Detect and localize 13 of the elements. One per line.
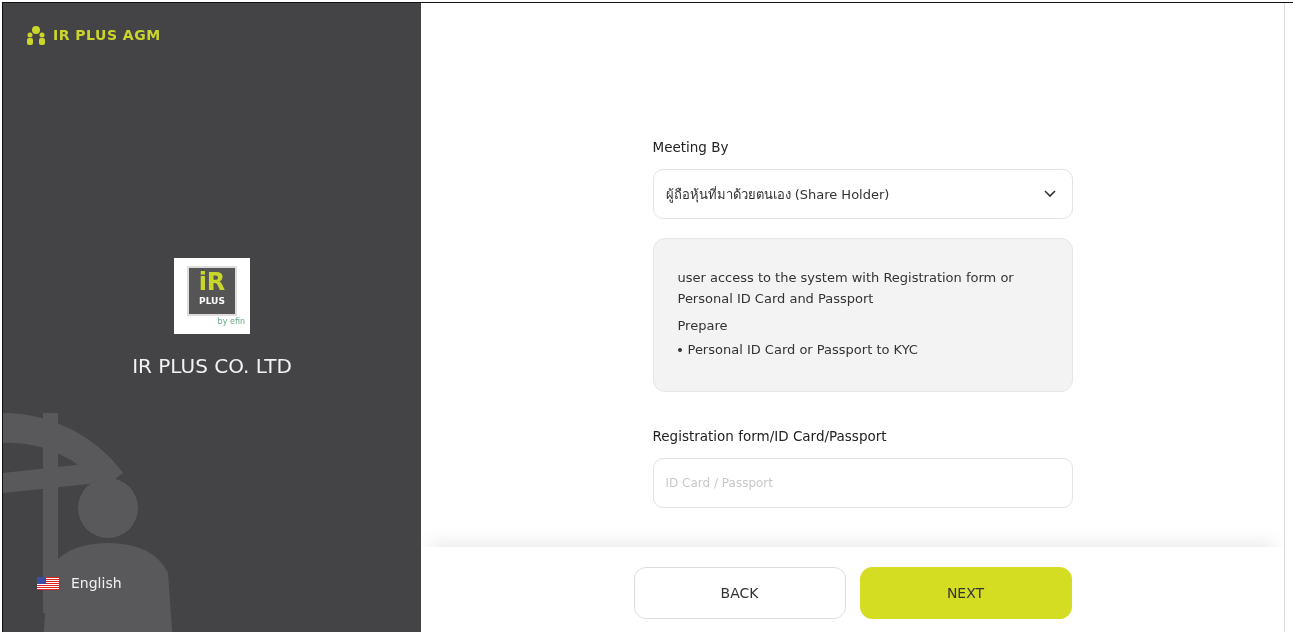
company-logo: iR PLUS by efin xyxy=(174,258,250,334)
meeting-by-select[interactable]: ผู้ถือหุ้นที่มาด้วยตนเอง (Share Holder) xyxy=(652,169,1073,219)
brand-title: IR PLUS AGM xyxy=(53,27,161,43)
field-label: Meeting By xyxy=(652,139,730,155)
info-bullet: Personal ID Card or Passport to KYC xyxy=(677,342,1048,357)
chevron-down-icon xyxy=(1043,190,1056,198)
company-name: IR PLUS CO. LTD xyxy=(132,354,292,378)
next-button[interactable]: NEXT xyxy=(859,567,1072,619)
field-label: Registration form/ID Card/Passport xyxy=(652,428,888,444)
language-selector[interactable]: English xyxy=(71,575,122,591)
info-text: user access to the system with Registration form or Personal ID Card and Passport xyxy=(677,269,1015,308)
info-heading: Prepare xyxy=(677,317,729,335)
back-button[interactable]: BACK xyxy=(633,567,846,619)
